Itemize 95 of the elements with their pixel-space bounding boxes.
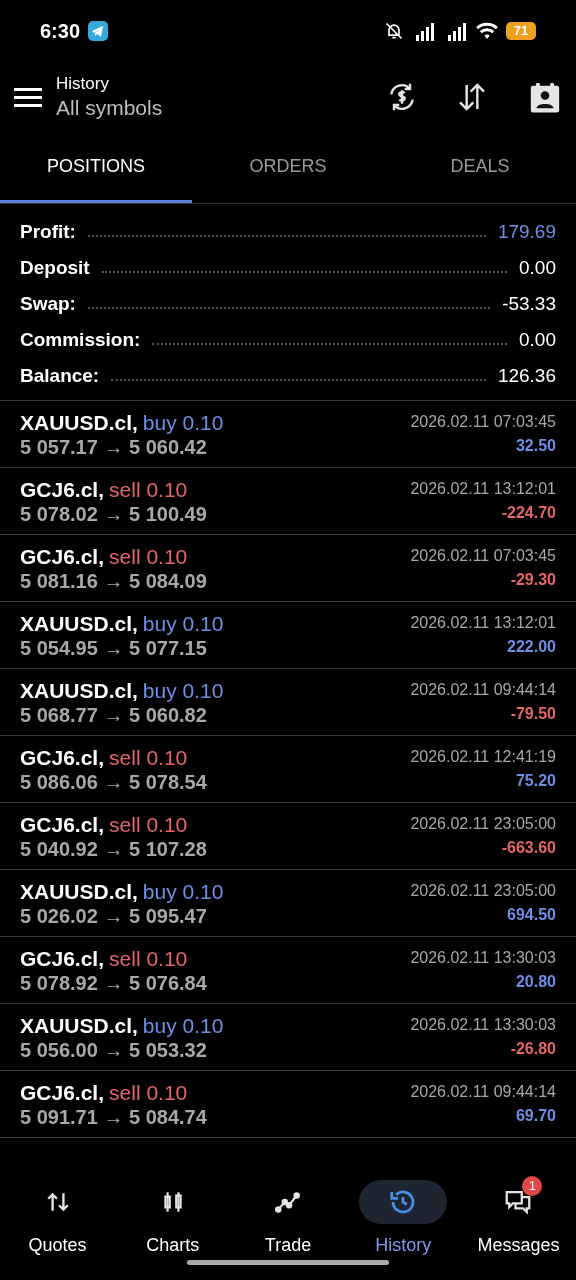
summary-value: 0.00 bbox=[519, 255, 556, 280]
sort-arrows-icon[interactable] bbox=[456, 81, 488, 113]
profit-value: 694.50 bbox=[507, 905, 556, 925]
close-time: 2026.02.11 09:44:14 bbox=[410, 680, 556, 700]
summary-value: 0.00 bbox=[519, 327, 556, 352]
summary-value: 179.69 bbox=[497, 219, 556, 244]
position-row[interactable]: GCJ6.cl, sell 0.10 5 040.92 → 5 107.28 2026.02.11 23:05:00 -663.60 bbox=[0, 803, 576, 870]
price-range: 5 078.02 → 5 100.49 bbox=[20, 501, 207, 526]
position-row[interactable]: GCJ6.cl, sell 0.10 5 086.06 → 5 078.54 2026.02.11 12:41:19 75.20 bbox=[0, 736, 576, 803]
close-time: 2026.02.11 13:12:01 bbox=[410, 613, 556, 633]
screen-title: History bbox=[56, 73, 110, 95]
profit-value: -26.80 bbox=[510, 1039, 556, 1059]
status-time: 6:30 bbox=[40, 19, 81, 44]
tab[interactable]: ORDERS bbox=[192, 132, 384, 203]
summary-value: -53.33 bbox=[502, 291, 556, 316]
price-range: 5 057.17 → 5 060.42 bbox=[20, 434, 208, 459]
price-range: 5 091.71 → 5 084.74 bbox=[20, 1104, 207, 1129]
position-row[interactable]: XAUUSD.cl, buy 0.10 5 054.95 → 5 077.15 2026.02.11 13:12:01 222.00 bbox=[0, 602, 576, 669]
profit-value: 32.50 bbox=[515, 436, 556, 456]
order-type: sell 0.10 bbox=[109, 811, 188, 837]
order-type: sell 0.10 bbox=[109, 543, 188, 569]
summary-label: Balance: bbox=[20, 363, 100, 388]
position-row[interactable]: XAUUSD.cl, buy 0.10 5 026.02 → 5 095.47 2026.02.11 23:05:00 694.50 bbox=[0, 870, 576, 937]
nav-item[interactable]: History bbox=[345, 1180, 461, 1259]
position-row[interactable]: XAUUSD.cl, buy 0.10 5 057.17 → 5 060.42 2026.02.11 07:03:45 32.50 bbox=[0, 401, 576, 468]
position-row[interactable]: GCJ6.cl, sell 0.10 5 081.16 → 5 084.09 2026.02.11 07:03:45 -29.30 bbox=[0, 535, 576, 602]
position-row[interactable]: GCJ6.cl, sell 0.10 5 091.71 → 5 084.74 2026.02.11 09:44:14 69.70 bbox=[0, 1071, 576, 1138]
profit-value: 69.70 bbox=[515, 1106, 556, 1126]
order-type: sell 0.10 bbox=[109, 476, 188, 502]
price-range: 5 026.02 → 5 095.47 bbox=[20, 903, 208, 928]
close-time: 2026.02.11 23:05:00 bbox=[410, 881, 556, 901]
symbol: GCJ6.cl, bbox=[20, 543, 105, 569]
profit-value: -29.30 bbox=[510, 570, 556, 590]
close-time: 2026.02.11 13:30:03 bbox=[410, 1015, 556, 1035]
order-type: buy 0.10 bbox=[142, 878, 224, 904]
close-time: 2026.02.11 13:30:03 bbox=[410, 948, 556, 968]
close-time: 2026.02.11 23:05:00 bbox=[410, 814, 556, 834]
summary-label: Deposit bbox=[20, 255, 90, 280]
position-row[interactable]: XAUUSD.cl, buy 0.10 5 068.77 → 5 060.82 2026.02.11 09:44:14 -79.50 bbox=[0, 669, 576, 736]
symbol: GCJ6.cl, bbox=[20, 945, 105, 971]
close-time: 2026.02.11 07:03:45 bbox=[410, 546, 556, 566]
profit-value: -79.50 bbox=[510, 704, 556, 724]
symbol: GCJ6.cl, bbox=[20, 1079, 105, 1105]
profit-value: -224.70 bbox=[501, 503, 556, 523]
close-time: 2026.02.11 12:41:19 bbox=[410, 747, 556, 767]
symbol: GCJ6.cl, bbox=[20, 476, 105, 502]
wifi-icon bbox=[476, 22, 498, 40]
symbol: GCJ6.cl, bbox=[20, 811, 105, 837]
position-row[interactable]: GCJ6.cl, sell 0.10 5 078.02 → 5 100.49 2026.02.11 13:12:01 -224.70 bbox=[0, 468, 576, 535]
price-range: 5 078.92 → 5 076.84 bbox=[20, 970, 207, 995]
tab[interactable]: DEALS bbox=[384, 132, 576, 203]
price-range: 5 086.06 → 5 078.54 bbox=[20, 769, 207, 794]
symbol: GCJ6.cl, bbox=[20, 744, 105, 770]
order-type: sell 0.10 bbox=[109, 1079, 188, 1105]
price-range: 5 056.00 → 5 053.32 bbox=[20, 1037, 208, 1062]
nav-item[interactable]: Trade bbox=[230, 1180, 346, 1259]
symbol: XAUUSD.cl, bbox=[20, 677, 138, 703]
profit-value: 222.00 bbox=[507, 637, 556, 657]
line-chart-icon bbox=[273, 1189, 303, 1215]
profit-value: 75.20 bbox=[515, 771, 556, 791]
symbol: XAUUSD.cl, bbox=[20, 1012, 138, 1038]
position-row[interactable]: GCJ6.cl, sell 0.10 5 078.92 → 5 076.84 2026.02.11 13:30:03 20.80 bbox=[0, 937, 576, 1004]
price-range: 5 068.77 → 5 060.82 bbox=[20, 702, 208, 727]
nav-item[interactable]: Quotes bbox=[0, 1180, 116, 1259]
battery-indicator: 71 bbox=[506, 22, 536, 40]
summary-label: Commission: bbox=[20, 327, 141, 352]
price-range: 5 081.16 → 5 084.09 bbox=[20, 568, 207, 593]
position-row[interactable]: XAUUSD.cl, buy 0.10 5 056.00 → 5 053.32 2026.02.11 13:30:03 -26.80 bbox=[0, 1004, 576, 1071]
symbol: XAUUSD.cl, bbox=[20, 409, 138, 435]
close-time: 2026.02.11 09:44:14 bbox=[410, 1082, 556, 1102]
close-time: 2026.02.11 07:03:45 bbox=[410, 412, 556, 432]
nav-item[interactable]: Charts bbox=[115, 1180, 231, 1259]
summary-label: Swap: bbox=[20, 291, 76, 316]
symbol: XAUUSD.cl, bbox=[20, 878, 138, 904]
order-type: buy 0.10 bbox=[142, 610, 224, 636]
unread-badge: 1 bbox=[522, 1176, 543, 1196]
summary-value: 126.36 bbox=[497, 363, 556, 388]
telegram-icon bbox=[88, 21, 109, 41]
profit-value: 20.80 bbox=[515, 972, 556, 992]
order-type: buy 0.10 bbox=[142, 409, 224, 435]
muted-bell-icon bbox=[384, 21, 404, 41]
price-range: 5 040.92 → 5 107.28 bbox=[20, 836, 207, 861]
order-type: buy 0.10 bbox=[142, 677, 224, 703]
summary-label: Profit: bbox=[20, 219, 76, 244]
tab[interactable]: POSITIONS bbox=[0, 132, 192, 203]
report-icon[interactable] bbox=[528, 80, 562, 114]
price-range: 5 054.95 → 5 077.15 bbox=[20, 635, 208, 660]
screen-subtitle[interactable]: All symbols bbox=[56, 95, 386, 121]
symbol: XAUUSD.cl, bbox=[20, 610, 138, 636]
order-type: sell 0.10 bbox=[109, 744, 188, 770]
order-type: sell 0.10 bbox=[109, 945, 188, 971]
order-type: buy 0.10 bbox=[142, 1012, 224, 1038]
profit-value: -663.60 bbox=[501, 838, 556, 858]
close-time: 2026.02.11 13:12:01 bbox=[410, 479, 556, 499]
menu-icon[interactable] bbox=[14, 86, 42, 108]
